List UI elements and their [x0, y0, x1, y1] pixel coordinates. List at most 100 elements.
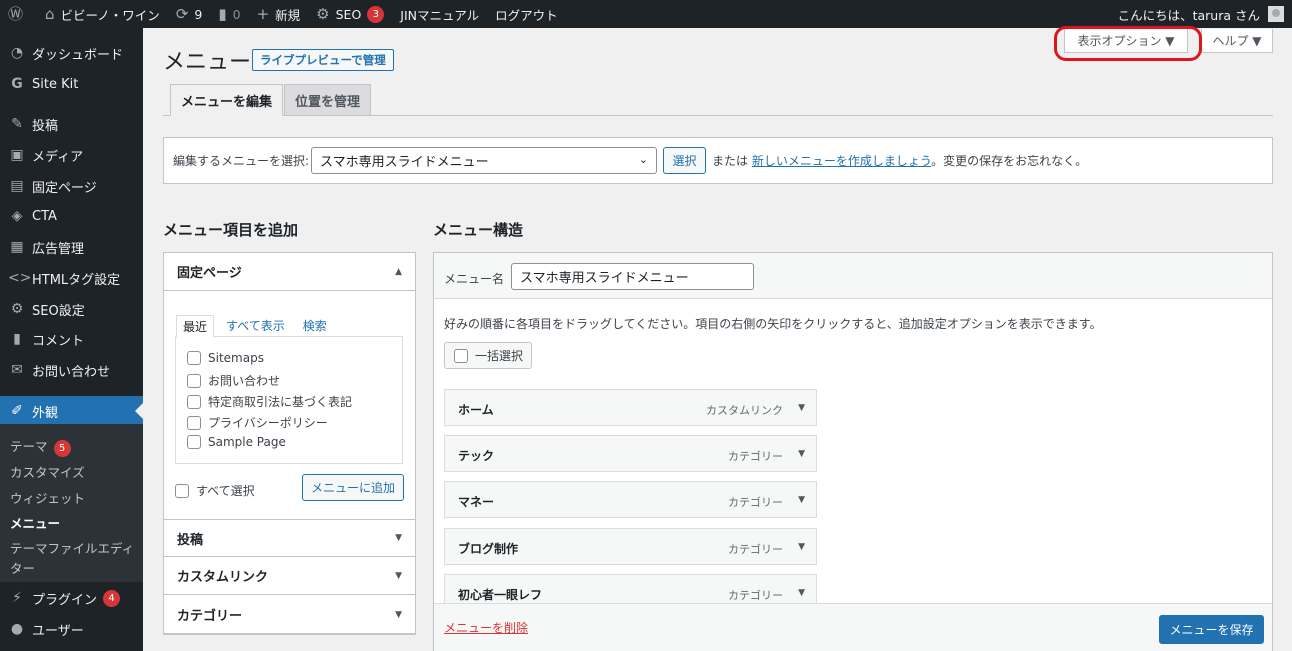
select-all-pages[interactable]: すべて選択 [175, 482, 255, 499]
seo-settings-icon: ⚙ [10, 301, 24, 317]
save-menu-button[interactable]: メニューを保存 [1159, 615, 1264, 644]
mail-icon: ✉ [11, 362, 23, 378]
arrow-down-icon[interactable]: ▼ [798, 542, 805, 552]
checkbox[interactable] [187, 351, 201, 365]
select-button[interactable]: 選択 [663, 147, 706, 174]
appearance-icon: ✐ [11, 403, 23, 419]
sidebar-item-posts[interactable]: ✎ 投稿 [0, 109, 143, 139]
checkbox[interactable] [187, 415, 201, 430]
wordpress-logo[interactable]: Ⓦ [0, 0, 37, 28]
accordion-categories[interactable]: カテゴリー ▼ [164, 596, 415, 634]
add-items-accordion: 固定ページ ▲ 最近 すべて表示 検索 Sitemaps お問い合わせ 特定商取… [163, 252, 416, 635]
arrow-down-icon: ▼ [395, 609, 402, 620]
comments-icon: ▮ [13, 331, 21, 347]
menu-name-input[interactable]: スマホ専用スライドメニュー [511, 263, 754, 290]
menu-item-row[interactable]: テック カテゴリー ▼ [444, 435, 817, 472]
submenu-menus[interactable]: メニュー [10, 513, 60, 532]
sidebar-item-html-tags[interactable]: <> HTMLタグ設定 [0, 263, 143, 293]
sidebar-item-site-kit[interactable]: G Site Kit [0, 69, 143, 99]
arrow-down-icon[interactable]: ▼ [798, 449, 805, 459]
updates-link[interactable]: ⟳ 9 [168, 0, 211, 28]
menu-structure-panel: メニュー名 スマホ専用スライドメニュー 好みの順番に各項目をドラッグしてください… [433, 252, 1273, 651]
site-kit-icon: G [11, 76, 23, 92]
list-item[interactable]: Sample Page [187, 435, 286, 449]
sidebar-item-pages[interactable]: ▤ 固定ページ [0, 171, 143, 201]
submenu-customize[interactable]: カスタマイズ [10, 462, 85, 481]
menu-item-row[interactable]: 初心者一眼レフ カテゴリー ▼ [444, 574, 817, 604]
checkbox[interactable] [187, 394, 201, 409]
live-preview-button[interactable]: ライブプレビューで管理 [252, 49, 394, 71]
menu-name-header: メニュー名 スマホ専用スライドメニュー [434, 253, 1272, 299]
my-account[interactable]: こんにちは、tarura さん [1118, 0, 1284, 28]
sidebar-item-comments[interactable]: ▮ コメント [0, 324, 143, 354]
checkbox[interactable] [175, 483, 189, 498]
sidebar-item-seo-settings[interactable]: ⚙ SEO設定 [0, 294, 143, 324]
chevron-down-icon: ⌄ [638, 153, 648, 166]
tab-manage-locations[interactable]: 位置を管理 [284, 84, 372, 116]
wordpress-icon: Ⓦ [8, 4, 24, 23]
select-menu-hint: または 新しいメニューを作成しましょう。変更の保存をお忘れなく。 [712, 154, 1088, 168]
arrow-down-icon: ▼ [395, 570, 402, 581]
avatar [1268, 6, 1284, 22]
sidebar-item-ads[interactable]: ▦ 広告管理 [0, 232, 143, 262]
seo-menu[interactable]: ⚙ SEO 3 [308, 0, 392, 28]
comment-icon: ▮ [218, 4, 227, 23]
menu-name-label: メニュー名 [444, 272, 505, 286]
cta-icon: ◈ [11, 208, 23, 224]
add-items-heading: メニュー項目を追加 [163, 221, 299, 239]
users-icon: ● [10, 621, 24, 637]
help-button[interactable]: ヘルプ ▼ [1201, 29, 1273, 53]
arrow-down-icon[interactable]: ▼ [798, 403, 805, 413]
submenu-widgets[interactable]: ウィジェット [10, 488, 85, 507]
comments-link[interactable]: ▮ 0 [210, 0, 248, 28]
checkbox[interactable] [187, 435, 201, 449]
themes-badge: 5 [53, 440, 71, 457]
create-menu-link[interactable]: 新しいメニューを作成しましょう [752, 154, 931, 168]
menu-select-dropdown[interactable]: スマホ専用スライドメニュー ⌄ [311, 147, 657, 174]
jin-manual-link[interactable]: JINマニュアル [392, 0, 487, 28]
checkbox[interactable] [454, 348, 468, 363]
checkbox[interactable] [187, 373, 201, 388]
accordion-pages[interactable]: 固定ページ ▲ [164, 253, 415, 291]
new-content-link[interactable]: + 新規 [249, 0, 309, 28]
sidebar-item-plugins[interactable]: ⚡ プラグイン 4 [0, 583, 143, 613]
plugins-icon: ⚡ [12, 590, 22, 606]
list-item[interactable]: Sitemaps [187, 351, 264, 365]
menu-item-row[interactable]: マネー カテゴリー ▼ [444, 481, 817, 518]
sidebar-item-appearance[interactable]: ✐ 外観 [0, 396, 143, 426]
list-item[interactable]: お問い合わせ [187, 372, 280, 389]
list-item[interactable]: 特定商取引法に基づく表記 [187, 393, 352, 410]
sub-tab-search[interactable]: 検索 [297, 315, 333, 338]
ads-icon: ▦ [10, 239, 24, 255]
sub-tab-view-all[interactable]: すべて表示 [220, 315, 291, 338]
sidebar-item-contact[interactable]: ✉ お問い合わせ [0, 355, 143, 385]
home-icon: ⌂ [45, 4, 55, 23]
sidebar-item-media[interactable]: ▣ メディア [0, 140, 143, 170]
accordion-posts[interactable]: 投稿 ▼ [164, 519, 415, 557]
bulk-select-button[interactable]: 一括選択 [444, 342, 532, 369]
sidebar-item-users[interactable]: ● ユーザー [0, 614, 143, 644]
arrow-down-icon[interactable]: ▼ [798, 588, 805, 598]
site-name-link[interactable]: ⌂ ビビーノ・ワイン [37, 0, 168, 28]
sub-tab-recent[interactable]: 最近 [176, 315, 215, 338]
delete-menu-link[interactable]: メニューを削除 [444, 619, 528, 636]
code-icon: <> [8, 270, 32, 286]
arrow-down-icon[interactable]: ▼ [798, 495, 805, 505]
list-item[interactable]: プライバシーポリシー [187, 414, 328, 431]
logout-link[interactable]: ログアウト [487, 0, 566, 28]
tab-edit-menus[interactable]: メニューを編集 [170, 84, 284, 116]
add-to-menu-button[interactable]: メニューに追加 [302, 474, 404, 501]
seo-badge: 3 [367, 5, 385, 23]
admin-bar: Ⓦ ⌂ ビビーノ・ワイン ⟳ 9 ▮ 0 + 新規 ⚙ SEO 3 JINマニュアル ログア… [0, 0, 1292, 28]
submenu-theme-editor[interactable]: テーマファイルエディ ター [10, 538, 134, 577]
pages-icon: ▤ [10, 178, 24, 194]
updates-icon: ⟳ [175, 4, 189, 23]
menu-item-row[interactable]: ホーム カスタムリンク ▼ [444, 389, 817, 426]
accordion-custom-links[interactable]: カスタムリンク ▼ [164, 557, 415, 595]
sidebar-item-dashboard[interactable]: ◔ ダッシュボード [0, 38, 143, 68]
pages-checklist: Sitemaps お問い合わせ 特定商取引法に基づく表記 プライバシーポリシー … [175, 336, 403, 464]
sidebar-item-cta[interactable]: ◈ CTA [0, 201, 143, 231]
submenu-themes[interactable]: テーマ 5 [10, 436, 71, 457]
menu-item-row[interactable]: ブログ制作 カテゴリー ▼ [444, 528, 817, 565]
menu-structure-heading: メニュー構造 [433, 221, 524, 239]
